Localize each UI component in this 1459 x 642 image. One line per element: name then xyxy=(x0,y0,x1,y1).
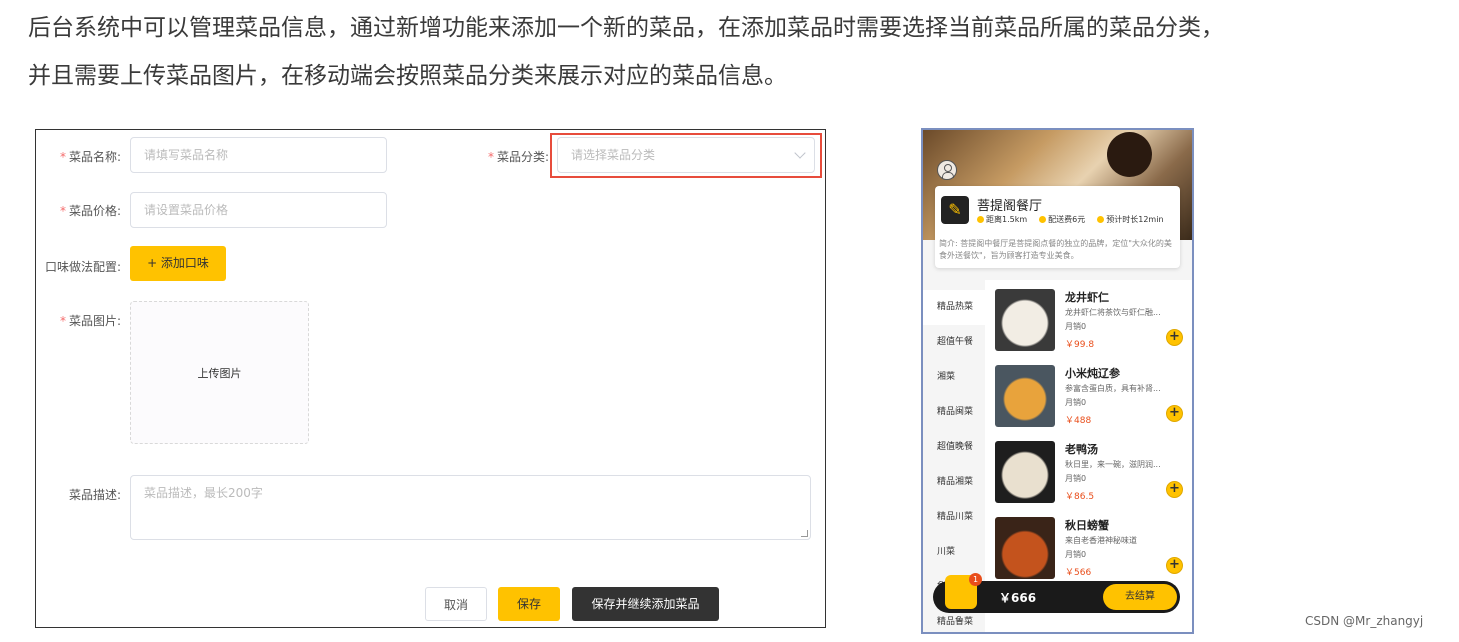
dish-item: 小米炖辽参 参富含蛋白质，具有补肾... 月销0 ￥488 + xyxy=(995,365,1190,433)
category-item[interactable]: 川菜 xyxy=(923,535,985,570)
cart-count-badge: 1 xyxy=(969,573,982,586)
category-item[interactable]: 超值晚餐 xyxy=(923,430,985,465)
desc-placeholder: 菜品描述，最长200字 xyxy=(144,486,263,500)
cart-bar[interactable]: 1 ￥666 去结算 xyxy=(933,573,1180,613)
dish-price: ￥488 xyxy=(1065,416,1092,426)
dish-sales: 月销0 xyxy=(1065,398,1087,407)
dish-image xyxy=(995,289,1055,351)
eta-info: 预计时长12min xyxy=(1097,214,1164,225)
save-and-continue-button[interactable]: 保存并继续添加菜品 xyxy=(572,587,719,621)
checkout-button[interactable]: 去结算 xyxy=(1103,584,1177,610)
resize-handle-icon[interactable] xyxy=(801,530,808,537)
dish-name: 秋日螃蟹 xyxy=(1065,519,1109,532)
dish-item: 龙井虾仁 龙井虾仁将茶饮与虾仁融... 月销0 ￥99.8 + xyxy=(995,289,1190,357)
dish-desc: 参富含蛋白质，具有补肾... xyxy=(1065,384,1161,393)
delivery-fee-info: 配送费6元 xyxy=(1039,214,1085,225)
add-to-cart-button[interactable]: + xyxy=(1166,557,1183,574)
shop-meta: 距离1.5km 配送费6元 预计时长12min xyxy=(977,214,1164,225)
delivery-fee-icon xyxy=(1039,216,1047,223)
location-icon xyxy=(977,216,984,223)
dish-price: ￥566 xyxy=(1065,568,1092,578)
dish-price-input[interactable]: 请设置菜品价格 xyxy=(130,192,387,228)
dish-item: 秋日螃蟹 来自老香港神秘味道 月销0 ￥566 + xyxy=(995,517,1190,585)
category-item[interactable]: 精品闽菜 xyxy=(923,395,985,430)
intro-line-2: 并且需要上传菜品图片，在移动端会按照菜品分类来展示对应的菜品信息。 xyxy=(28,63,787,89)
clock-icon xyxy=(1097,216,1105,223)
dish-category-label: * 菜品分类: xyxy=(487,150,549,164)
save-button[interactable]: 保存 xyxy=(498,587,560,621)
dish-name: 小米炖辽参 xyxy=(1065,367,1120,380)
dish-item: 老鸭汤 秋日里，来一碗，滋阴润... 月销0 ￥86.5 + xyxy=(995,441,1190,509)
category-item[interactable]: 精品湘菜 xyxy=(923,465,985,500)
dish-sales: 月销0 xyxy=(1065,474,1087,483)
dish-desc: 来自老香港神秘味道 xyxy=(1065,536,1137,545)
intro-text: 后台系统中可以管理菜品信息，通过新增功能来添加一个新的菜品，在添加菜品时需要选择… xyxy=(28,4,1438,100)
cart-total: ￥666 xyxy=(999,591,1037,605)
upload-image-label: 上传图片 xyxy=(197,366,242,380)
chevron-down-icon xyxy=(794,147,806,159)
dish-name-input[interactable]: 请填写菜品名称 xyxy=(130,137,387,173)
dish-image xyxy=(995,365,1055,427)
category-item[interactable]: 湘菜 xyxy=(923,360,985,395)
shop-name: 菩提阁餐厅 xyxy=(977,199,1043,214)
dish-price: ￥86.5 xyxy=(1065,492,1095,502)
dish-price-label: * 菜品价格: xyxy=(59,204,121,218)
dish-image-label: * 菜品图片: xyxy=(59,314,121,328)
dish-sales: 月销0 xyxy=(1065,322,1087,331)
category-item[interactable]: 超值午餐 xyxy=(923,325,985,360)
dish-price: ￥99.8 xyxy=(1065,340,1095,350)
dish-name-label: * 菜品名称: xyxy=(59,150,121,164)
image-upload-box[interactable]: 上传图片 xyxy=(130,301,309,444)
shop-info-card: ✎ 菩提阁餐厅 距离1.5km 配送费6元 预计时长12min 简介: 菩提阁中… xyxy=(935,186,1180,268)
category-placeholder: 请选择菜品分类 xyxy=(571,148,656,162)
dish-desc-label: 菜品描述: xyxy=(68,488,121,502)
shop-logo-icon: ✎ xyxy=(941,196,969,224)
intro-line-1: 后台系统中可以管理菜品信息，通过新增功能来添加一个新的菜品，在添加菜品时需要选择… xyxy=(28,15,1224,41)
dish-desc: 龙井虾仁将茶饮与虾仁融... xyxy=(1065,308,1161,317)
flavor-config-label: 口味做法配置: xyxy=(44,260,121,274)
dish-desc-textarea[interactable]: 菜品描述，最长200字 xyxy=(130,475,811,540)
watermark: CSDN @Mr_zhangyj xyxy=(1305,614,1424,628)
cancel-button[interactable]: 取消 xyxy=(425,587,487,621)
add-to-cart-button[interactable]: + xyxy=(1166,329,1183,346)
category-item[interactable]: 精品川菜 xyxy=(923,500,985,535)
dish-image xyxy=(995,441,1055,503)
user-icon[interactable] xyxy=(937,160,957,180)
shop-intro: 简介: 菩提阁中餐厅是菩提阁点餐的独立的品牌，定位"大众化的美食外送餐饮"，旨为… xyxy=(939,239,1172,260)
add-flavor-button[interactable]: + 添加口味 xyxy=(130,246,226,281)
dish-name: 龙井虾仁 xyxy=(1065,291,1109,304)
dish-desc: 秋日里，来一碗，滋阴润... xyxy=(1065,460,1161,469)
dish-image xyxy=(995,517,1055,579)
dish-name: 老鸭汤 xyxy=(1065,443,1098,456)
add-to-cart-button[interactable]: + xyxy=(1166,481,1183,498)
mobile-preview: ✎ 菩提阁餐厅 距离1.5km 配送费6元 预计时长12min 简介: 菩提阁中… xyxy=(921,128,1194,634)
dish-form-panel: * 菜品名称: 请填写菜品名称 * 菜品分类: 请选择菜品分类 * 菜品价格: 请设置… xyxy=(35,129,826,628)
category-item[interactable]: 精品热菜 xyxy=(923,290,985,325)
dish-category-select[interactable]: 请选择菜品分类 xyxy=(557,137,815,173)
add-to-cart-button[interactable]: + xyxy=(1166,405,1183,422)
distance-info: 距离1.5km xyxy=(977,214,1027,225)
dish-sales: 月销0 xyxy=(1065,550,1087,559)
